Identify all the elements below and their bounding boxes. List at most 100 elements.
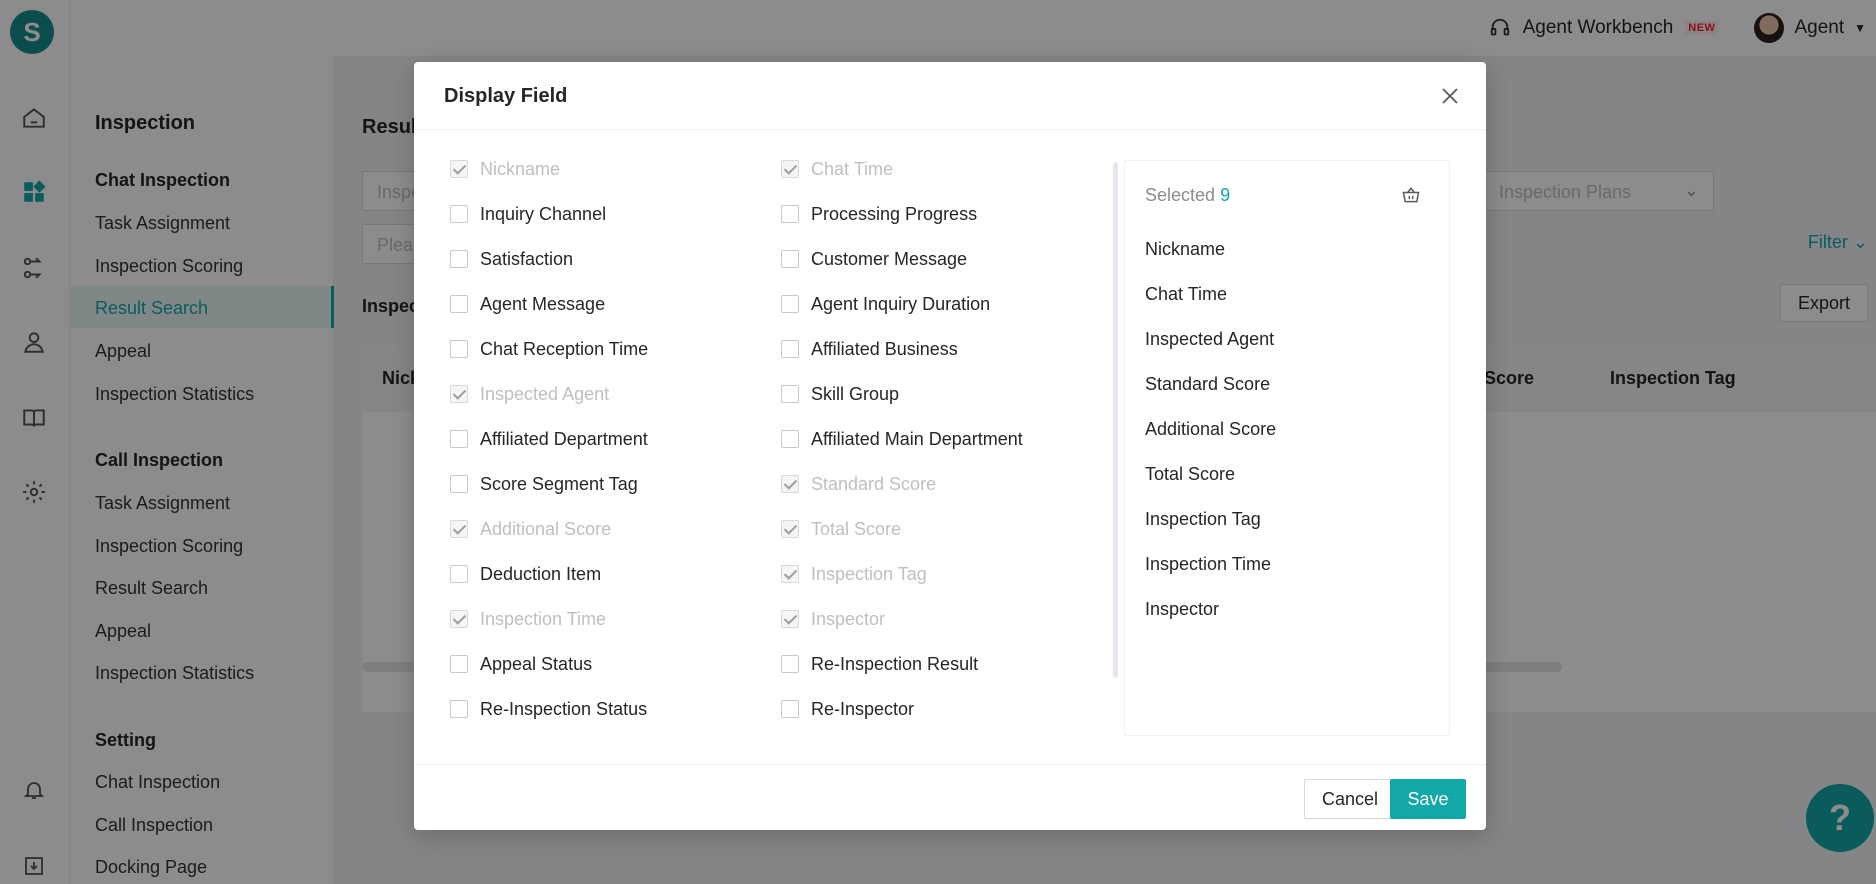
selected-item-inspection-tag[interactable]: Inspection Tag	[1145, 509, 1261, 530]
field-option-re-inspector[interactable]: Re-Inspector	[781, 694, 914, 724]
checkbox[interactable]	[450, 700, 468, 718]
field-option-label: Appeal Status	[480, 653, 593, 674]
field-option-label: Inspected Agent	[480, 383, 610, 404]
checkbox[interactable]	[781, 295, 799, 313]
modal-title: Display Field	[444, 85, 568, 107]
field-option-satisfaction[interactable]: Satisfaction	[450, 244, 573, 274]
field-option-affiliated-main-department[interactable]: Affiliated Main Department	[781, 424, 1023, 454]
field-option-label: Additional Score	[480, 518, 612, 539]
close-icon	[1442, 88, 1458, 104]
field-option-score-segment-tag[interactable]: Score Segment Tag	[450, 469, 638, 499]
field-option-inspection-tag: Inspection Tag	[781, 559, 927, 589]
field-option-inspected-agent: Inspected Agent	[450, 379, 609, 409]
save-button[interactable]: Save	[1390, 779, 1466, 819]
field-option-inspection-time: Inspection Time	[450, 604, 606, 634]
field-option-label: Total Score	[811, 518, 902, 539]
field-option-label: Chat Reception Time	[480, 338, 649, 359]
field-option-agent-message[interactable]: Agent Message	[450, 289, 605, 319]
modal-body: Nickname Inquiry Channel Satisfaction Agent…	[414, 130, 1486, 762]
field-option-label: Skill Group	[811, 383, 900, 404]
field-option-label: Inquiry Channel	[480, 203, 607, 224]
modal-header: Display Field	[414, 62, 1486, 130]
field-option-label: Inspection Tag	[811, 563, 927, 584]
field-option-total-score: Total Score	[781, 514, 901, 544]
checkbox[interactable]	[781, 655, 799, 673]
selected-item-inspection-time[interactable]: Inspection Time	[1145, 554, 1271, 575]
field-option-label: Inspector	[811, 608, 886, 629]
selected-item-chat-time[interactable]: Chat Time	[1145, 284, 1227, 305]
field-option-label: Affiliated Main Department	[811, 428, 1023, 449]
checkbox[interactable]	[781, 385, 799, 403]
field-option-inquiry-channel[interactable]: Inquiry Channel	[450, 199, 606, 229]
field-option-processing-progress[interactable]: Processing Progress	[781, 199, 977, 229]
field-option-label: Satisfaction	[480, 248, 574, 269]
checkbox	[781, 610, 799, 628]
checkbox[interactable]	[450, 340, 468, 358]
field-option-re-inspection-status[interactable]: Re-Inspection Status	[450, 694, 647, 724]
checkbox[interactable]	[781, 430, 799, 448]
field-checkbox-list: Nickname Inquiry Channel Satisfaction Agent…	[450, 130, 1110, 762]
field-option-affiliated-department[interactable]: Affiliated Department	[450, 424, 648, 454]
checkbox	[781, 160, 799, 178]
selected-label: Selected	[1145, 185, 1216, 205]
field-option-label: Affiliated Department	[480, 428, 648, 449]
checkbox[interactable]	[450, 475, 468, 493]
field-option-label: Agent Inquiry Duration	[811, 293, 991, 314]
selected-count: 9	[1220, 185, 1231, 205]
field-option-nickname: Nickname	[450, 154, 560, 184]
field-option-chat-time: Chat Time	[781, 154, 893, 184]
field-option-label: Customer Message	[811, 248, 968, 269]
checkbox[interactable]	[781, 205, 799, 223]
field-list-scrollbar[interactable]	[1113, 162, 1118, 678]
checkbox[interactable]	[450, 430, 468, 448]
cancel-button[interactable]: Cancel	[1304, 779, 1396, 819]
checkbox	[781, 475, 799, 493]
close-button[interactable]	[1438, 84, 1462, 108]
field-option-label: Agent Message	[480, 293, 606, 314]
checkbox[interactable]	[450, 295, 468, 313]
checkbox[interactable]	[781, 340, 799, 358]
selected-item-standard-score[interactable]: Standard Score	[1145, 374, 1270, 395]
field-option-label: Deduction Item	[480, 563, 602, 584]
field-option-customer-message[interactable]: Customer Message	[781, 244, 967, 274]
selected-item-additional-score[interactable]: Additional Score	[1145, 419, 1276, 440]
checkbox	[450, 610, 468, 628]
selected-item-total-score[interactable]: Total Score	[1145, 464, 1235, 485]
checkbox	[781, 520, 799, 538]
field-option-re-inspection-result[interactable]: Re-Inspection Result	[781, 649, 978, 679]
field-option-standard-score: Standard Score	[781, 469, 936, 499]
field-option-skill-group[interactable]: Skill Group	[781, 379, 899, 409]
checkbox[interactable]	[450, 565, 468, 583]
checkbox[interactable]	[781, 250, 799, 268]
field-option-additional-score: Additional Score	[450, 514, 611, 544]
display-field-modal: Display Field Nickname Inquiry Channel Sat…	[414, 62, 1486, 830]
clear-selection-basket-icon[interactable]	[1401, 185, 1423, 207]
checkbox	[450, 160, 468, 178]
field-option-deduction-item[interactable]: Deduction Item	[450, 559, 601, 589]
modal-footer: Cancel Save	[414, 764, 1486, 830]
field-option-agent-inquiry-duration[interactable]: Agent Inquiry Duration	[781, 289, 990, 319]
field-option-label: Chat Time	[811, 158, 894, 179]
selected-item-inspected-agent[interactable]: Inspected Agent	[1145, 329, 1274, 350]
field-option-label: Re-Inspection Result	[811, 653, 979, 674]
checkbox[interactable]	[450, 655, 468, 673]
field-option-label: Processing Progress	[811, 203, 978, 224]
field-option-label: Inspection Time	[480, 608, 607, 629]
field-option-inspector: Inspector	[781, 604, 885, 634]
checkbox[interactable]	[781, 700, 799, 718]
field-option-label: Nickname	[480, 158, 561, 179]
checkbox	[450, 385, 468, 403]
field-option-chat-reception-time[interactable]: Chat Reception Time	[450, 334, 648, 364]
field-option-appeal-status[interactable]: Appeal Status	[450, 649, 592, 679]
checkbox[interactable]	[450, 250, 468, 268]
selected-header: Selected 9	[1145, 185, 1230, 206]
field-option-label: Score Segment Tag	[480, 473, 638, 494]
field-option-label: Re-Inspection Status	[480, 698, 648, 719]
field-option-label: Standard Score	[811, 473, 937, 494]
checkbox[interactable]	[450, 205, 468, 223]
selected-item-inspector[interactable]: Inspector	[1145, 599, 1219, 620]
selected-fields-panel: Selected 9 Nickname Chat Time Inspected Ag…	[1124, 160, 1450, 736]
field-option-affiliated-business[interactable]: Affiliated Business	[781, 334, 958, 364]
checkbox	[781, 565, 799, 583]
selected-item-nickname[interactable]: Nickname	[1145, 239, 1225, 260]
